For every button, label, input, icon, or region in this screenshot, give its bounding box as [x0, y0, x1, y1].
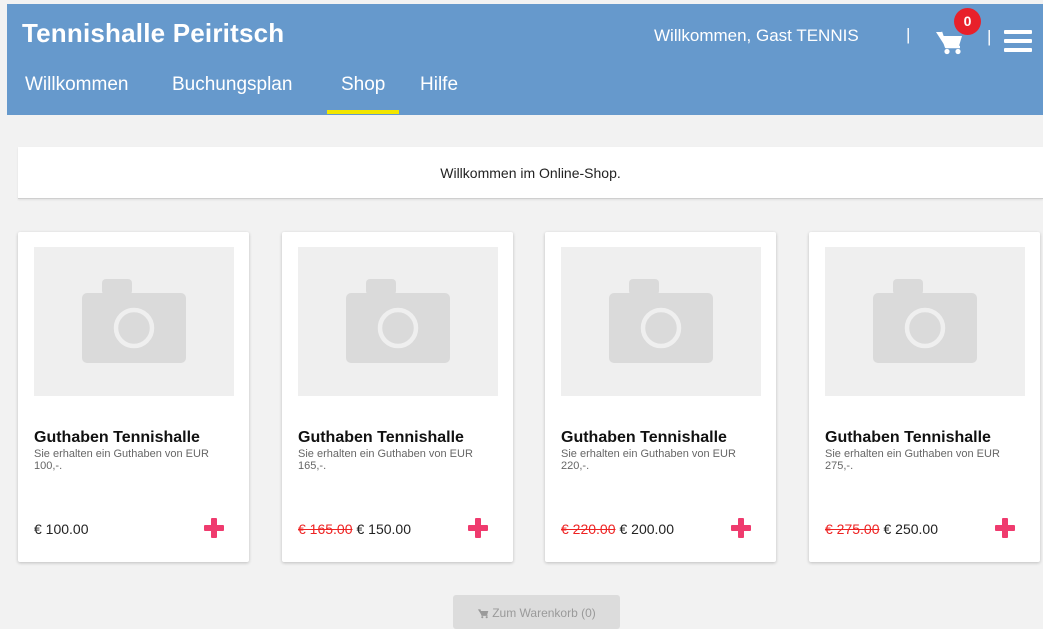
hamburger-menu-icon[interactable]	[1004, 30, 1032, 54]
tab-shop[interactable]: Shop	[326, 74, 400, 114]
product-current-price: € 150.00	[356, 521, 412, 537]
shopping-cart-icon	[478, 609, 489, 619]
add-to-cart-plus-icon[interactable]	[995, 518, 1015, 538]
add-to-cart-plus-icon[interactable]	[731, 518, 751, 538]
product-current-price: € 250.00	[883, 521, 939, 537]
product-old-price: € 220.00	[561, 521, 616, 537]
product-title: Guthaben Tennishalle	[561, 429, 727, 446]
product-current-price: € 100.00	[34, 521, 89, 537]
camera-placeholder-icon	[346, 279, 450, 363]
header-separator: |	[987, 27, 992, 46]
camera-placeholder-icon	[82, 279, 186, 363]
tab-buchungsplan[interactable]: Buchungsplan	[172, 74, 292, 96]
product-description: Sie erhalten ein Guthaben von EUR 165,-.	[298, 448, 473, 472]
add-to-cart-plus-icon[interactable]	[468, 518, 488, 538]
main-nav: Willkommen Buchungsplan Shop Hilfe	[7, 72, 1043, 115]
product-description: Sie erhalten ein Guthaben von EUR 220,-.	[561, 448, 736, 472]
product-card: Guthaben Tennishalle Sie erhalten ein Gu…	[809, 232, 1040, 562]
cart-count-badge: 0	[954, 8, 981, 35]
go-to-cart-label: Zum Warenkorb (0)	[492, 606, 596, 620]
product-title: Guthaben Tennishalle	[825, 429, 991, 446]
product-card: Guthaben Tennishalle Sie erhalten ein Gu…	[282, 232, 513, 562]
add-to-cart-plus-icon[interactable]	[204, 518, 224, 538]
product-description: Sie erhalten ein Guthaben von EUR 100,-.	[34, 448, 209, 472]
product-price: € 100.00	[34, 521, 89, 537]
go-to-cart-button[interactable]: Zum Warenkorb (0)	[453, 595, 620, 629]
product-description: Sie erhalten ein Guthaben von EUR 275,-.	[825, 448, 1000, 472]
header-separator: |	[906, 25, 911, 44]
product-title: Guthaben Tennishalle	[34, 429, 200, 446]
camera-placeholder-icon	[873, 279, 977, 363]
tab-willkommen[interactable]: Willkommen	[25, 74, 128, 96]
site-header: Tennishalle Peiritsch Willkommen, Gast T…	[7, 4, 1043, 115]
product-old-price: € 275.00	[825, 521, 880, 537]
product-image	[298, 247, 498, 396]
product-price: € 165.00 € 150.00	[298, 521, 411, 537]
product-title: Guthaben Tennishalle	[298, 429, 464, 446]
product-old-price: € 165.00	[298, 521, 353, 537]
product-current-price: € 200.00	[619, 521, 675, 537]
product-image	[34, 247, 234, 396]
product-card: Guthaben Tennishalle Sie erhalten ein Gu…	[18, 232, 249, 562]
site-brand[interactable]: Tennishalle Peiritsch	[22, 18, 284, 49]
product-price: € 275.00 € 250.00	[825, 521, 938, 537]
camera-placeholder-icon	[609, 279, 713, 363]
product-price: € 220.00 € 200.00	[561, 521, 674, 537]
shop-intro-banner: Willkommen im Online-Shop.	[18, 147, 1043, 199]
tab-hilfe[interactable]: Hilfe	[420, 74, 458, 96]
product-image	[561, 247, 761, 396]
welcome-text: Willkommen, Gast TENNIS	[654, 26, 859, 45]
product-image	[825, 247, 1025, 396]
product-card: Guthaben Tennishalle Sie erhalten ein Gu…	[545, 232, 776, 562]
